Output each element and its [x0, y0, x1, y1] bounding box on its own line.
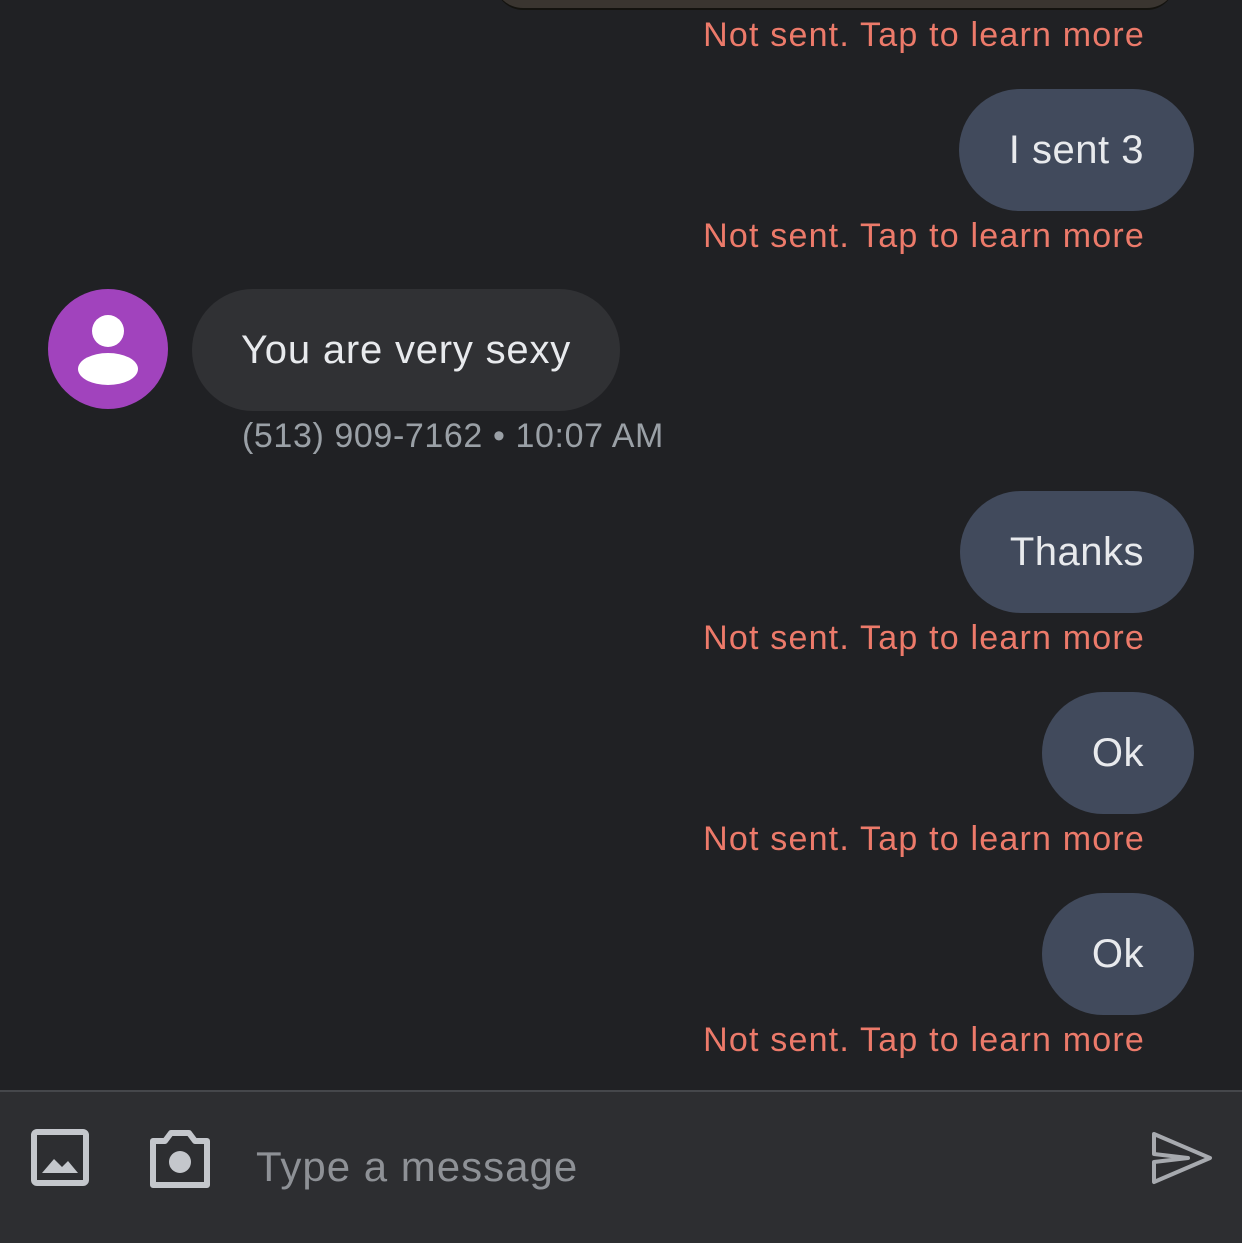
message-time: 10:07 AM [515, 417, 664, 455]
not-sent-status[interactable]: Not sent. Tap to learn more [703, 618, 1145, 658]
message-meta: (513) 909-7162 • 10:07 AM [242, 416, 664, 456]
outgoing-message-bubble[interactable]: Ok [1041, 692, 1194, 814]
contact-avatar[interactable] [48, 289, 168, 409]
sent-image-attachment[interactable] [495, 0, 1175, 10]
incoming-message-bubble[interactable]: You are very sexy [192, 289, 621, 411]
outgoing-message-bubble[interactable]: I sent 3 [958, 89, 1194, 211]
message-composer [0, 1090, 1242, 1243]
not-sent-status[interactable]: Not sent. Tap to learn more [703, 15, 1145, 55]
camera-icon[interactable] [147, 1129, 213, 1189]
not-sent-status[interactable]: Not sent. Tap to learn more [703, 1020, 1145, 1060]
person-icon [78, 315, 138, 385]
not-sent-status[interactable]: Not sent. Tap to learn more [703, 216, 1145, 256]
image-gallery-icon[interactable] [30, 1129, 90, 1189]
message-input[interactable] [256, 1132, 1116, 1202]
outgoing-message-bubble[interactable]: Ok [1041, 893, 1194, 1015]
meta-separator: • [492, 417, 506, 455]
not-sent-status[interactable]: Not sent. Tap to learn more [703, 819, 1145, 859]
message-thread: Not sent. Tap to learn more I sent 3 Not… [0, 0, 1242, 1090]
send-icon[interactable] [1148, 1128, 1214, 1188]
outgoing-message-bubble[interactable]: Thanks [959, 491, 1194, 613]
sender-number: (513) 909-7162 [242, 417, 483, 455]
